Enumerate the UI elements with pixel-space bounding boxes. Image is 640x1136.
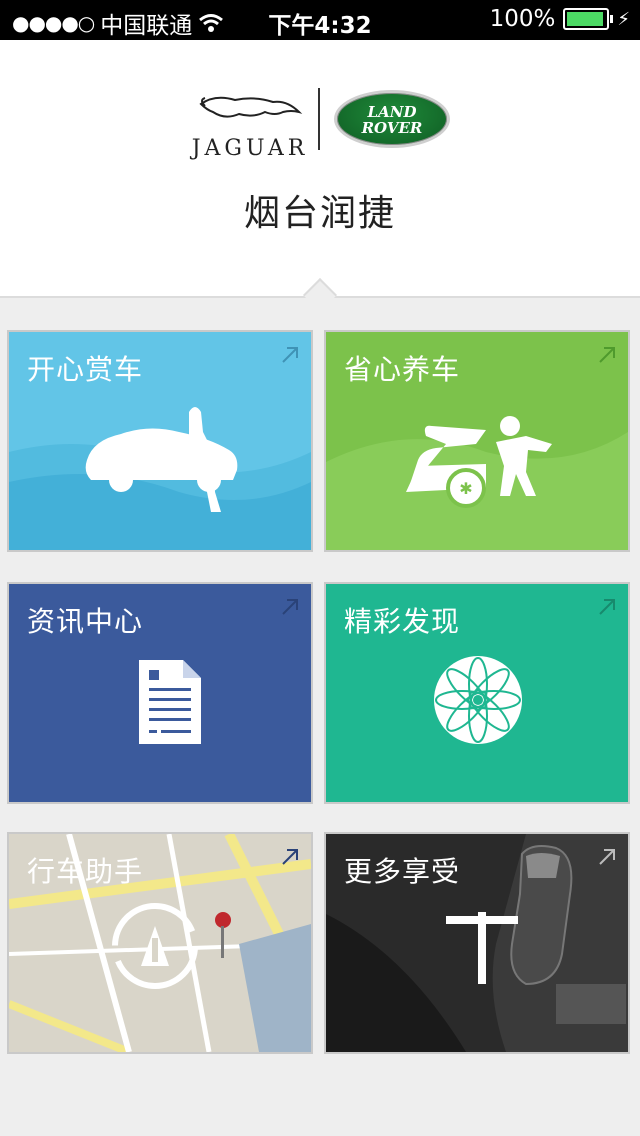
logo-divider [318, 88, 320, 150]
tile-driving-assistant[interactable]: 行车助手 [7, 832, 313, 1054]
tile-more-enjoyment[interactable]: 更多享受 [324, 832, 630, 1054]
svg-text:✱: ✱ [459, 479, 472, 498]
tile-label: 行车助手 [27, 855, 144, 888]
arrow-up-right-icon [599, 849, 615, 865]
tile-label: 开心赏车 [27, 353, 144, 386]
tile-discover[interactable]: 精彩发现 [324, 582, 630, 804]
arrow-up-right-icon [282, 849, 298, 865]
tile-label: 精彩发现 [344, 605, 461, 638]
arrow-up-right-icon [282, 599, 298, 615]
arrow-up-right-icon [599, 347, 615, 363]
page-title: 烟台润捷 [243, 193, 396, 234]
tile-car-showcase[interactable]: 开心赏车 [7, 330, 313, 552]
header: JAGUAR LAND ROVER 烟台润捷 [0, 40, 640, 298]
road-assistant-icon [9, 834, 10, 835]
tile-label: 资讯中心 [27, 605, 144, 638]
battery-percent: 100% [489, 6, 556, 32]
jaguar-logo: JAGUAR [190, 90, 310, 161]
leaping-jaguar-icon [199, 96, 303, 118]
jaguar-wordmark: JAGUAR [191, 136, 309, 161]
tile-news-center[interactable]: 资讯中心 [7, 582, 313, 804]
status-bar: ●●●●○ 中国联通 下午4:32 100% ⚡ [0, 0, 640, 40]
land-rover-logo: LAND ROVER [334, 90, 450, 148]
arrow-up-right-icon [599, 599, 615, 615]
plus-icon [446, 912, 518, 984]
arrow-up-right-icon [282, 347, 298, 363]
tile-label: 省心养车 [344, 353, 461, 386]
battery-icon [563, 8, 614, 30]
charging-icon: ⚡ [617, 8, 630, 30]
tile-car-maintenance[interactable]: ✱ 省心养车 [324, 330, 630, 552]
tile-label: 更多享受 [344, 855, 461, 888]
